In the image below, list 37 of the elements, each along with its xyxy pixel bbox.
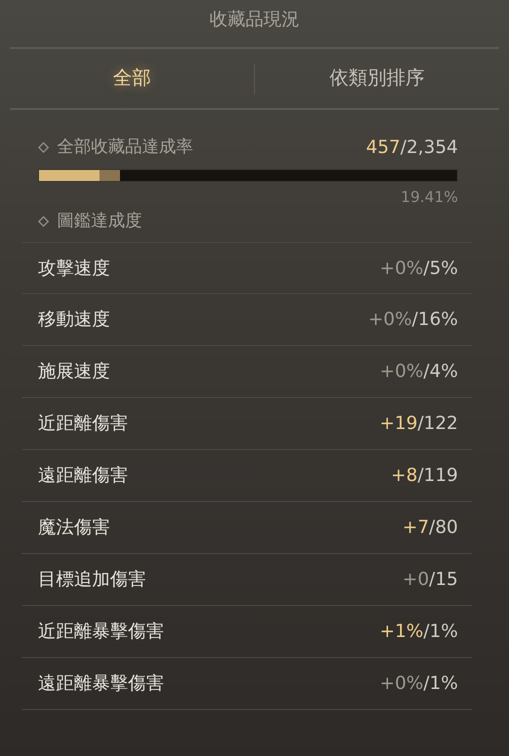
stat-name: 魔法傷害 xyxy=(38,516,110,540)
bonus-value: +7 xyxy=(402,517,430,538)
stat-name: 遠距離傷害 xyxy=(38,464,128,488)
bonus-value: +1% xyxy=(380,621,424,642)
max-value: /80 xyxy=(429,517,458,538)
max-value: /1% xyxy=(423,621,458,642)
max-value: /15 xyxy=(429,569,458,590)
tab[interactable]: 全部 xyxy=(10,63,254,94)
page-title: 收藏品現況 xyxy=(208,8,300,32)
diamond-icon xyxy=(38,142,49,153)
bonus-value: +19 xyxy=(380,413,418,434)
stat-name: 攻擊速度 xyxy=(38,256,110,280)
bonus-value: +0% xyxy=(380,673,424,694)
max-value: /119 xyxy=(418,465,458,486)
max-value: /1% xyxy=(423,673,458,694)
stat-name: 施展速度 xyxy=(38,360,110,384)
stat-name: 移動速度 xyxy=(38,308,110,332)
total-count: /2,354 xyxy=(400,137,458,158)
max-value: /4% xyxy=(423,361,458,382)
bonus-value: +0% xyxy=(380,258,424,278)
stat-name: 近距離暴擊傷害 xyxy=(38,620,164,644)
max-value: /16% xyxy=(412,309,458,330)
diamond-icon xyxy=(38,216,49,227)
bonus-value: +8 xyxy=(391,465,418,486)
bonus-value: +0% xyxy=(368,309,412,330)
section-label: 圖鑑達成度 xyxy=(57,210,142,232)
max-value: /122 xyxy=(418,413,458,434)
bonus-value: +0% xyxy=(380,361,424,382)
stat-name: 目標追加傷害 xyxy=(38,568,146,592)
bonus-value: +0 xyxy=(402,569,430,590)
max-value: /5% xyxy=(423,258,458,278)
collected-count: 457 xyxy=(366,137,400,158)
stat-name: 近距離傷害 xyxy=(38,412,128,436)
tab[interactable]: 依類別排序 xyxy=(255,63,499,94)
stat-name: 遠距離暴擊傷害 xyxy=(38,672,164,696)
percent-text: 19.41% xyxy=(400,187,458,208)
stat-label: 全部收藏品達成率 xyxy=(57,136,193,159)
